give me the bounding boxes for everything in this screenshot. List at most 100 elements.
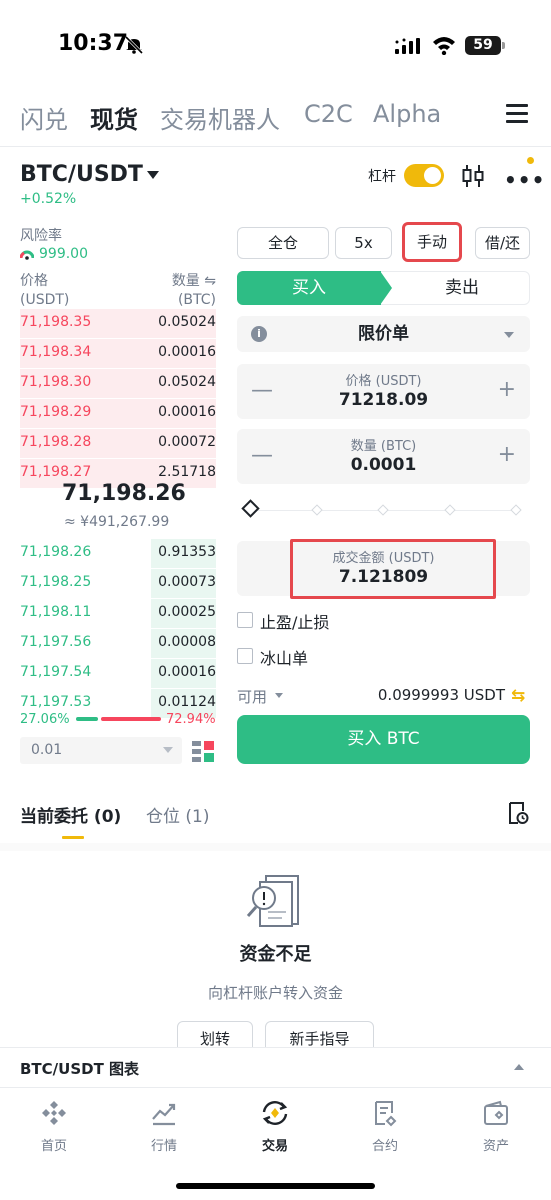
candlestick-chart-icon[interactable] bbox=[462, 163, 484, 189]
tab-convert[interactable]: 闪兑 bbox=[20, 100, 68, 135]
chart-bar-label[interactable]: BTC/USDT 图表 bbox=[20, 1058, 139, 1079]
last-price[interactable]: 71,198.26 bbox=[62, 481, 186, 506]
buy-tab[interactable]: 买入 bbox=[237, 271, 381, 305]
ask-row[interactable]: 71,198.35 0.05024 bbox=[20, 309, 216, 338]
bid-price: 71,197.54 bbox=[20, 664, 92, 680]
orderbook-qty-header[interactable]: 数量 ⇋ (BTC) bbox=[150, 272, 216, 310]
ask-row[interactable]: 71,198.30 0.05024 bbox=[20, 369, 216, 398]
bid-row[interactable]: 71,198.11 0.00025 bbox=[20, 599, 216, 628]
section-separator bbox=[0, 843, 551, 851]
chevron-up-icon[interactable] bbox=[514, 1064, 524, 1070]
slider-mark-25[interactable] bbox=[311, 504, 323, 516]
price-increment-button[interactable]: + bbox=[498, 377, 516, 402]
sell-tab[interactable]: 卖出 bbox=[381, 271, 530, 305]
tab-alpha[interactable]: Alpha bbox=[373, 100, 441, 128]
leverage-label: 杠杆 bbox=[368, 169, 396, 185]
markets-chart-icon bbox=[152, 1103, 176, 1126]
trade-swap-icon bbox=[262, 1101, 288, 1125]
nav-markets[interactable]: 行情 bbox=[129, 1099, 199, 1154]
available-label[interactable]: 可用 bbox=[237, 686, 267, 707]
bid-price: 71,198.26 bbox=[20, 544, 92, 560]
futures-document-icon bbox=[375, 1101, 397, 1127]
tp-sl-checkbox[interactable] bbox=[237, 612, 253, 628]
bid-qty: 0.00073 bbox=[158, 574, 216, 590]
caret-down-icon[interactable] bbox=[147, 171, 159, 179]
price-input[interactable]: — 价格 (USDT) 71218.09 + bbox=[237, 364, 530, 419]
chevron-down-icon bbox=[504, 332, 514, 338]
empty-document-icon bbox=[246, 875, 299, 927]
iceberg-checkbox[interactable] bbox=[237, 648, 253, 664]
bid-row[interactable]: 71,198.26 0.91353 bbox=[20, 539, 216, 568]
bid-row[interactable]: 71,197.54 0.00016 bbox=[20, 659, 216, 688]
bid-row[interactable]: 71,198.25 0.00073 bbox=[20, 569, 216, 598]
battery-icon: 59 bbox=[465, 36, 501, 55]
amount-input[interactable]: — 数量 (BTC) 0.0001 + bbox=[237, 429, 530, 484]
tab-spot[interactable]: 现货 bbox=[90, 100, 138, 135]
bid-qty: 0.00016 bbox=[158, 664, 216, 680]
buy-ratio-bar bbox=[76, 717, 98, 721]
bid-price: 71,198.11 bbox=[20, 604, 92, 620]
precision-select[interactable]: 0.01 bbox=[20, 737, 182, 764]
ask-qty: 0.05024 bbox=[158, 374, 216, 390]
slider-mark-50[interactable] bbox=[377, 504, 389, 516]
cellular-signal-icon bbox=[395, 38, 420, 54]
tab-open-orders[interactable]: 当前委托 (0) bbox=[20, 802, 121, 827]
amount-increment-button[interactable]: + bbox=[498, 442, 516, 467]
margin-mode-button[interactable]: 全仓 bbox=[237, 227, 329, 259]
home-indicator bbox=[176, 1183, 375, 1189]
tab-c2c[interactable]: C2C bbox=[304, 100, 353, 128]
order-history-icon[interactable] bbox=[507, 801, 529, 825]
bid-qty: 0.01124 bbox=[158, 694, 216, 710]
price-change: +0.52% bbox=[20, 191, 77, 207]
borrow-repay-button[interactable]: 借/还 bbox=[475, 227, 530, 259]
ask-price: 71,198.27 bbox=[20, 464, 92, 480]
more-options-icon[interactable]: ••• bbox=[504, 168, 545, 192]
iceberg-label[interactable]: 冰山单 bbox=[260, 645, 308, 669]
risk-ratio-label: 风险率 bbox=[20, 228, 62, 244]
ask-qty: 0.05024 bbox=[158, 314, 216, 330]
nav-home[interactable]: 首页 bbox=[19, 1099, 89, 1154]
ask-price: 71,198.35 bbox=[20, 314, 92, 330]
nav-futures[interactable]: 合约 bbox=[350, 1099, 420, 1154]
wifi-icon bbox=[433, 37, 455, 55]
active-tab-indicator bbox=[62, 836, 84, 839]
leverage-toggle[interactable] bbox=[404, 164, 444, 187]
leverage-button[interactable]: 5x bbox=[335, 227, 392, 259]
battery-tip bbox=[502, 42, 505, 49]
bid-qty: 0.00025 bbox=[158, 604, 216, 620]
borrow-mode-button[interactable]: 手动 bbox=[402, 222, 462, 262]
orderbook-price-header: 价格 (USDT) bbox=[20, 273, 70, 308]
tab-positions[interactable]: 仓位 (1) bbox=[146, 802, 209, 827]
buy-submit-button[interactable]: 买入 BTC bbox=[237, 715, 530, 764]
hamburger-menu-icon[interactable] bbox=[506, 104, 528, 123]
total-highlight-box bbox=[290, 539, 496, 599]
tab-trading-bots[interactable]: 交易机器人 bbox=[160, 100, 280, 135]
nav-assets[interactable]: 资产 bbox=[461, 1099, 531, 1154]
ask-row[interactable]: 71,198.29 0.00016 bbox=[20, 399, 216, 428]
info-icon[interactable]: i bbox=[251, 326, 267, 342]
ask-row[interactable]: 71,198.28 0.00072 bbox=[20, 429, 216, 458]
orderbook-layout-icon[interactable] bbox=[192, 740, 214, 762]
slider-mark-75[interactable] bbox=[444, 504, 456, 516]
chevron-down-icon[interactable] bbox=[275, 693, 283, 698]
notification-dot bbox=[527, 157, 534, 164]
slider-mark-100[interactable] bbox=[510, 504, 522, 516]
bid-price: 71,197.53 bbox=[20, 694, 92, 710]
tp-sl-label[interactable]: 止盈/止损 bbox=[260, 609, 329, 633]
bid-price: 71,197.56 bbox=[20, 634, 92, 650]
status-time: 10:37 bbox=[58, 31, 129, 56]
empty-state-subtitle: 向杠杆账户转入资金 bbox=[207, 984, 343, 1002]
order-type-select[interactable]: i 限价单 bbox=[237, 316, 530, 352]
nav-trade[interactable]: 交易 bbox=[240, 1099, 310, 1154]
chevron-down-icon[interactable] bbox=[163, 747, 173, 753]
bid-qty: 0.91353 bbox=[158, 544, 216, 560]
ask-row[interactable]: 71,198.34 0.00016 bbox=[20, 339, 216, 368]
pair-selector[interactable]: BTC/USDT bbox=[20, 162, 143, 187]
ask-price: 71,198.28 bbox=[20, 434, 92, 450]
risk-gauge-icon bbox=[20, 250, 34, 260]
available-balance: 0.0999993 USDT bbox=[377, 686, 505, 704]
sell-ratio: 72.94% bbox=[166, 712, 216, 727]
amount-slider-handle[interactable] bbox=[241, 499, 260, 518]
bid-row[interactable]: 71,197.56 0.00008 bbox=[20, 629, 216, 658]
transfer-icon[interactable]: ⇆ bbox=[511, 686, 525, 706]
